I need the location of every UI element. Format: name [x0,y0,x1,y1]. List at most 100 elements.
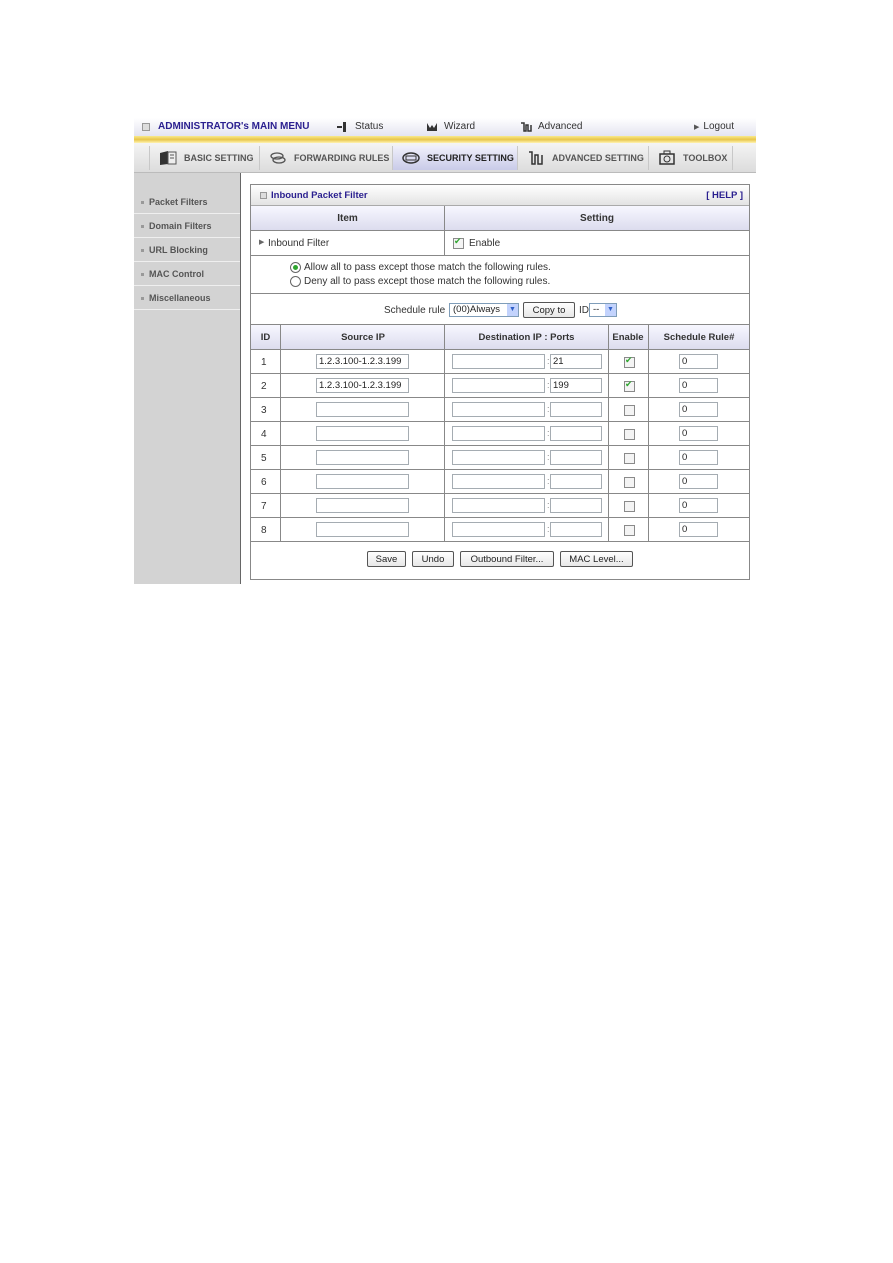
tab-advanced-setting[interactable]: ADVANCED SETTING [517,146,648,170]
schedule-rule-input[interactable]: 0 [679,402,718,417]
port-input[interactable]: 199 [550,378,602,393]
port-input[interactable] [550,450,602,465]
accent-bar [134,136,756,143]
source-ip-input[interactable] [316,474,409,489]
radio-deny[interactable] [290,276,301,287]
divider [251,469,749,470]
divider [251,293,749,294]
tab-forwarding-rules[interactable]: FORWARDING RULES [259,146,392,170]
wizard-link[interactable]: Wizard [426,121,475,132]
rule-enable-checkbox[interactable] [624,405,635,416]
tab-basic-setting[interactable]: BASIC SETTING [149,146,259,170]
destination-ip-input[interactable] [452,450,545,465]
schedule-rule-input[interactable]: 0 [679,498,718,513]
row-id: 8 [261,525,267,536]
col-schedule: Schedule Rule# [663,331,735,343]
enable-label: Enable [469,238,501,249]
divider [648,325,649,542]
schedule-rule-input[interactable]: 0 [679,426,718,441]
status-icon [337,121,346,132]
schedule-rule-input[interactable]: 0 [679,450,718,465]
wizard-icon [427,122,437,131]
rule-enable-checkbox[interactable] [624,429,635,440]
rule-enable-checkbox[interactable] [624,453,635,464]
main-menu-title[interactable]: ADMINISTRATOR's MAIN MENU [142,121,309,132]
schedule-rule-input[interactable]: 0 [679,522,718,537]
sidebar-item-mac-control[interactable]: MAC Control [134,263,240,286]
id-label: ID [579,305,589,316]
tab-label: TOOLBOX [683,153,728,163]
source-ip-input[interactable]: 1.2.3.100-1.2.3.199 [316,378,409,393]
port-input[interactable] [550,498,602,513]
destination-ip-input[interactable] [452,522,545,537]
source-ip-input[interactable] [316,402,409,417]
id-select[interactable]: -- ▼ [589,303,617,317]
sidebar-item-packet-filters[interactable]: Packet Filters [134,191,240,214]
inbound-filter-label: Inbound Filter [268,238,330,249]
destination-ip-input[interactable] [452,474,545,489]
source-ip-input[interactable] [316,498,409,513]
sidebar-item-domain-filters[interactable]: Domain Filters [134,215,240,238]
save-button[interactable]: Save [367,551,406,567]
source-ip-input[interactable]: 1.2.3.100-1.2.3.199 [316,354,409,369]
status-link[interactable]: Status [337,121,383,132]
bullet-icon [141,200,144,204]
row-id: 4 [261,429,267,440]
rule-enable-checkbox[interactable] [624,379,635,392]
square-bullet-icon [142,122,150,131]
advanced-label: Advanced [538,121,583,132]
sidebar-item-miscellaneous[interactable]: Miscellaneous [134,287,240,310]
inbound-filter-enable-checkbox[interactable] [453,236,464,249]
source-ip-input[interactable] [316,522,409,537]
sidebar-item-label: Miscellaneous [149,293,211,303]
radio-deny-label: Deny all to pass except those match the … [304,276,551,287]
help-link[interactable]: [ HELP ] [706,190,743,201]
schedule-rule-select[interactable]: (00)Always ▼ [449,303,519,317]
mac-level-button[interactable]: MAC Level... [560,551,633,567]
sidebar-item-url-blocking[interactable]: URL Blocking [134,239,240,262]
schedule-rule-input[interactable]: 0 [679,354,718,369]
port-input[interactable] [550,522,602,537]
copy-to-button[interactable]: Copy to [523,302,575,318]
port-input[interactable] [550,426,602,441]
port-input[interactable] [550,402,602,417]
rule-enable-checkbox[interactable] [624,355,635,368]
divider [251,541,749,542]
destination-ip-input[interactable] [452,378,545,393]
schedule-rule-input[interactable]: 0 [679,378,718,393]
destination-ip-input[interactable] [452,498,545,513]
destination-ip-input[interactable] [452,426,545,441]
row-id: 6 [261,477,267,488]
col-enable: Enable [612,331,644,343]
tab-label: FORWARDING RULES [294,153,390,163]
source-ip-input[interactable] [316,426,409,441]
port-input[interactable]: 21 [550,354,602,369]
radio-allow[interactable] [290,262,301,273]
destination-ip-input[interactable] [452,354,545,369]
tab-label: BASIC SETTING [184,153,254,163]
source-ip-input[interactable] [316,450,409,465]
advanced-setting-icon [529,151,543,165]
destination-ip-input[interactable] [452,402,545,417]
divider [251,421,749,422]
rule-enable-checkbox[interactable] [624,477,635,488]
divider [251,373,749,374]
chevron-down-icon: ▼ [507,304,518,316]
square-bullet-icon [260,192,267,199]
rule-enable-checkbox[interactable] [624,525,635,536]
divider [444,206,445,255]
rule-enable-checkbox[interactable] [624,501,635,512]
tab-label: ADVANCED SETTING [552,153,644,163]
row-id: 5 [261,453,267,464]
advanced-link[interactable]: Advanced [520,121,582,132]
logout-link[interactable]: ▶ Logout [694,121,734,132]
undo-button[interactable]: Undo [412,551,454,567]
tab-toolbox[interactable]: TOOLBOX [648,146,732,170]
outbound-filter-button[interactable]: Outbound Filter... [460,551,554,567]
top-menu-bar: ADMINISTRATOR's MAIN MENU Status Wizard … [134,118,756,136]
bullet-icon [141,272,144,276]
port-input[interactable] [550,474,602,489]
sidebar-item-label: MAC Control [149,269,204,279]
tab-security-setting[interactable]: SECURITY SETTING [392,146,517,170]
schedule-rule-input[interactable]: 0 [679,474,718,489]
